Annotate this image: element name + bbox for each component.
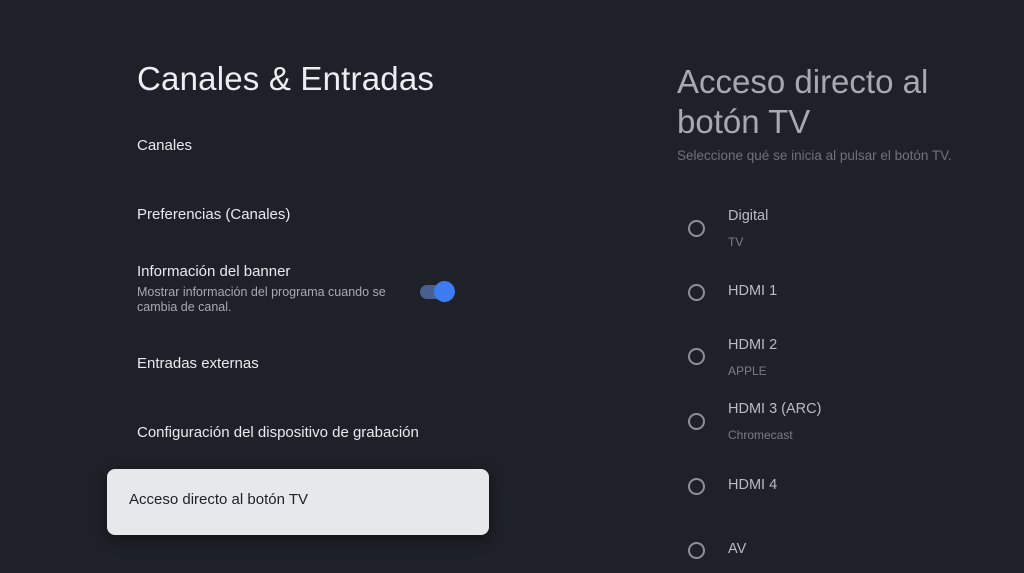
menu-item-label: Preferencias (Canales) — [137, 206, 291, 223]
option-label: HDMI 3 (ARC) — [728, 401, 822, 417]
menu-item-tv-button-shortcut[interactable]: Acceso directo al botón TV — [107, 469, 489, 535]
menu-item-canales[interactable]: Canales — [137, 137, 457, 154]
option-subtitle: TV — [728, 235, 744, 249]
menu-item-label: Configuración del dispositivo de grabaci… — [137, 424, 419, 441]
option-label: HDMI 4 — [728, 477, 778, 493]
radio-button-icon[interactable] — [688, 542, 705, 559]
detail-title: Acceso directo al botón TV — [677, 63, 929, 140]
radio-button-icon[interactable] — [688, 478, 705, 495]
radio-button-icon[interactable] — [688, 220, 705, 237]
radio-button-icon[interactable] — [688, 348, 705, 365]
menu-item-label: Información del banner — [137, 263, 291, 280]
detail-description: Seleccione qué se inicia al pulsar el bo… — [677, 148, 952, 163]
menu-item-grabacion[interactable]: Configuración del dispositivo de grabaci… — [137, 424, 457, 441]
page-title: Canales & Entradas — [137, 60, 435, 97]
menu-item-label: Entradas externas — [137, 355, 259, 372]
option-subtitle: APPLE — [728, 364, 767, 378]
option-subtitle: Chromecast — [728, 428, 793, 442]
option-label: Digital — [728, 208, 769, 224]
radio-button-icon[interactable] — [688, 284, 705, 301]
toggle-thumb — [434, 281, 455, 302]
menu-item-subtitle: Mostrar información del programa cuando … — [137, 285, 386, 314]
option-label: HDMI 1 — [728, 283, 778, 299]
option-label: AV — [728, 541, 747, 557]
menu-item-label: Canales — [137, 137, 193, 154]
menu-item-label: Acceso directo al botón TV — [129, 491, 308, 508]
option-label: HDMI 2 — [728, 337, 778, 353]
radio-button-icon[interactable] — [688, 413, 705, 430]
menu-item-banner-info[interactable]: Información del banner Mostrar informaci… — [137, 263, 457, 315]
settings-screen: Canales & Entradas Canales Preferencias … — [0, 0, 1024, 573]
menu-item-preferencias[interactable]: Preferencias (Canales) — [137, 206, 457, 223]
banner-info-toggle[interactable] — [420, 281, 456, 302]
menu-item-entradas-externas[interactable]: Entradas externas — [137, 355, 457, 372]
